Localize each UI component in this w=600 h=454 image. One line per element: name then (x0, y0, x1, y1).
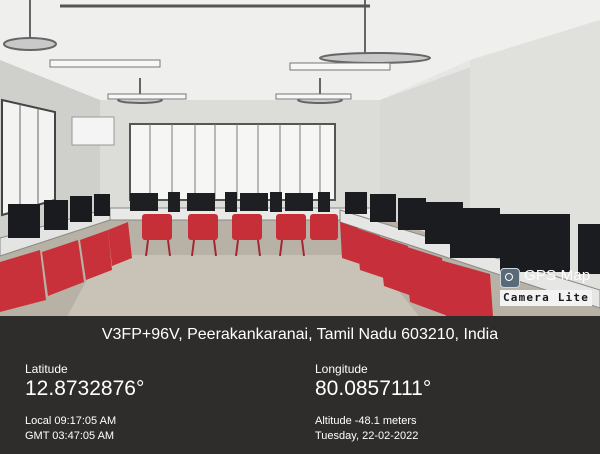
longitude-label: Longitude (315, 362, 368, 376)
date-text: Tuesday, 22-02-2022 (315, 430, 419, 442)
gmt-time: GMT 03:47:05 AM (25, 430, 115, 442)
camera-icon (500, 268, 520, 288)
local-time: Local 09:17:05 AM (25, 415, 117, 427)
address-text: V3FP+96V, Peerakankaranai, Tamil Nadu 60… (101, 326, 499, 343)
badge-subtitle: Camera Lite (500, 290, 592, 306)
altitude-text: Altitude -48.1 meters (315, 415, 417, 427)
gps-map-camera-badge: GPS Map Camera Lite (494, 264, 600, 308)
latitude-value: 12.8732876° (25, 377, 145, 400)
longitude-value: 80.0857111° (315, 377, 432, 400)
latitude-label: Latitude (25, 362, 68, 376)
badge-title: GPS Map (524, 267, 591, 284)
